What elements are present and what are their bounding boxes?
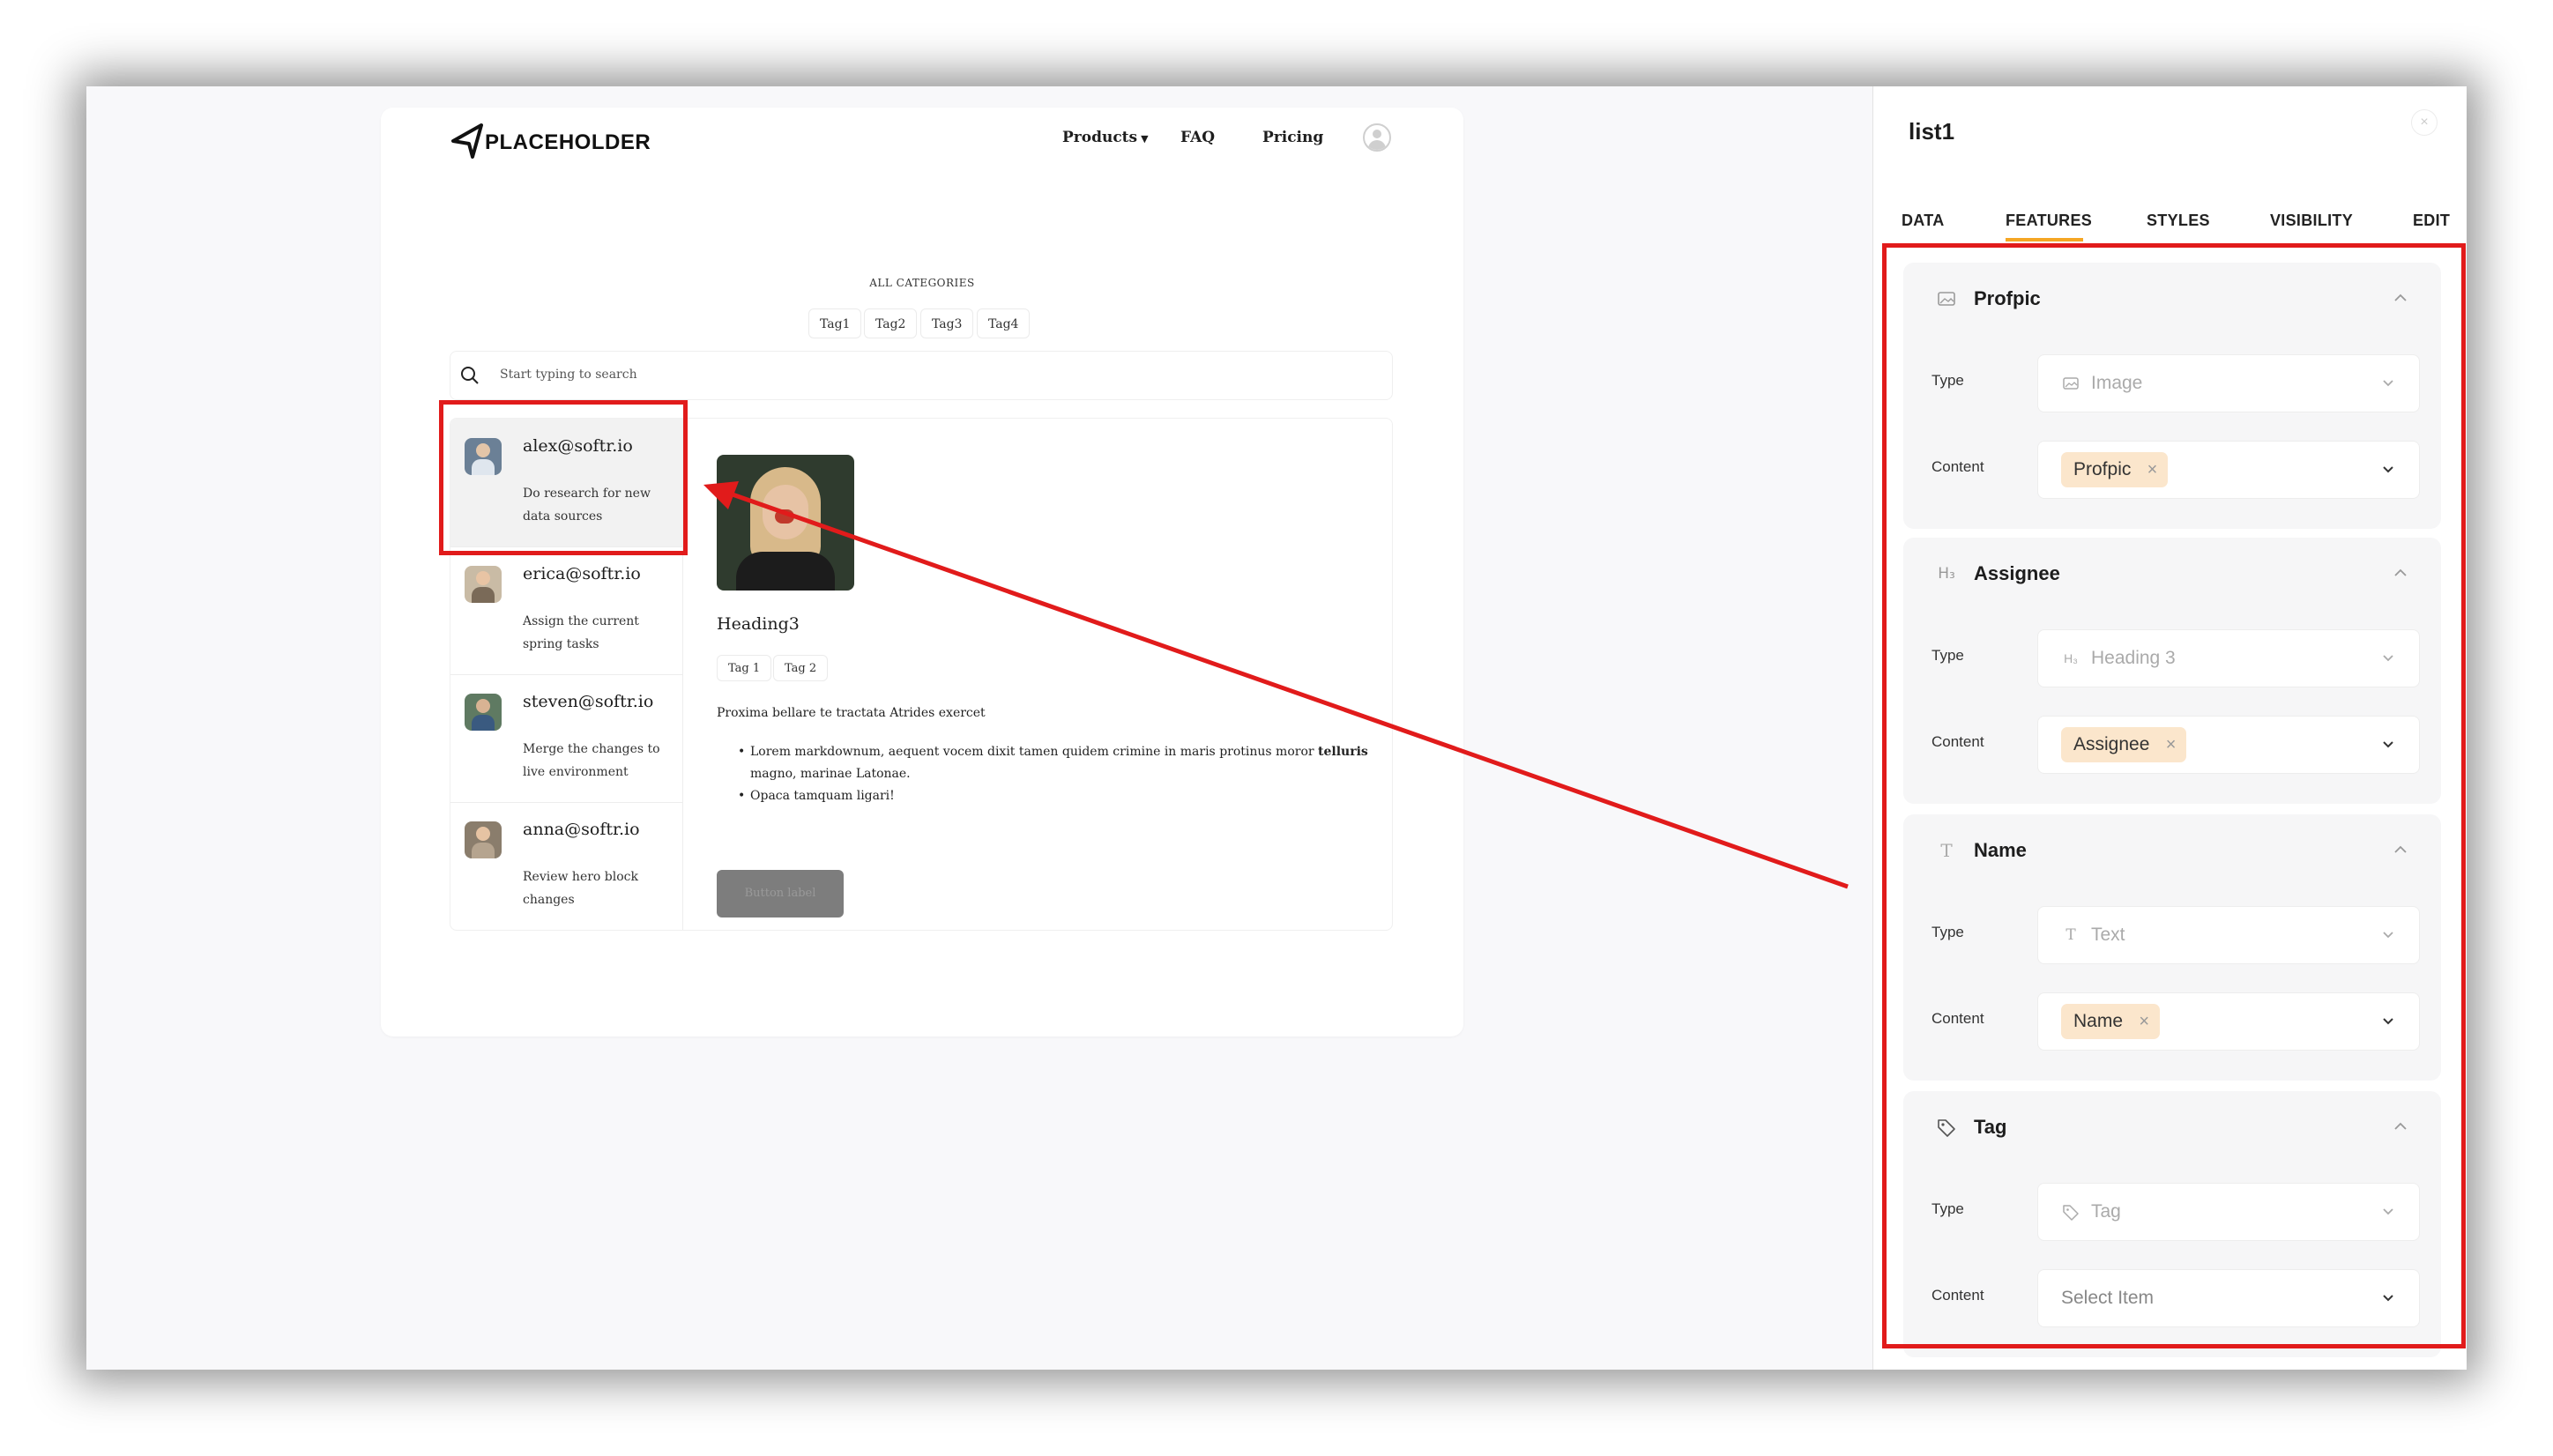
detail-bullets: • Lorem markdownum, aequent vocem dixit t… <box>717 741 1369 807</box>
list-item-title: anna@softr.io <box>523 820 640 839</box>
detail-paragraph: Proxima bellare te tractata Atrides exer… <box>717 706 986 720</box>
tab-visibility[interactable]: VISIBILITY <box>2270 212 2353 230</box>
bullet-item: • Opaca tamquam ligari! <box>738 789 895 803</box>
logo-arrow-icon <box>451 123 483 159</box>
category-tag-4[interactable]: Tag4 <box>977 308 1031 338</box>
category-tag-2[interactable]: Tag2 <box>864 308 918 338</box>
detail-image <box>717 455 854 591</box>
list-item-title: steven@softr.io <box>523 692 654 711</box>
app-window: PLACEHOLDER Products ▼ FAQ Pricing ALL CA… <box>86 86 2467 1370</box>
categories-label: ALL CATEGORIES <box>869 277 975 289</box>
list-item[interactable]: erica@softr.io Assign the current spring… <box>450 546 682 675</box>
user-avatar-icon[interactable] <box>1363 123 1391 152</box>
panel-title: list1 <box>1909 118 1955 145</box>
avatar <box>465 566 502 603</box>
search-input[interactable]: Start typing to search <box>500 368 637 382</box>
page-preview: PLACEHOLDER Products ▼ FAQ Pricing ALL CA… <box>381 108 1463 1036</box>
category-tag-3[interactable]: Tag3 <box>920 308 974 338</box>
list-item-title: erica@softr.io <box>523 564 641 583</box>
list-item-desc: Assign the current spring tasks <box>523 614 639 651</box>
detail-heading: Heading3 <box>717 614 800 634</box>
nav-products[interactable]: Products ▼ <box>1062 129 1149 146</box>
caret-down-icon: ▼ <box>1141 133 1149 145</box>
nav-faq[interactable]: FAQ <box>1180 129 1215 146</box>
list-item[interactable]: steven@softr.io Merge the changes to liv… <box>450 674 682 803</box>
tab-features[interactable]: FEATURES <box>2006 212 2092 230</box>
tab-edit[interactable]: EDIT <box>2413 212 2450 230</box>
avatar <box>465 694 502 731</box>
category-tag-1[interactable]: Tag1 <box>808 308 862 338</box>
properties-panel: list1 × DATA FEATURES STYLES VISIBILITY … <box>1872 86 2467 1370</box>
tab-styles[interactable]: STYLES <box>2147 212 2210 230</box>
annotation-panel-box <box>1882 243 2466 1348</box>
annotation-highlight-box <box>439 400 688 555</box>
search-bar[interactable]: Start typing to search <box>450 351 1393 400</box>
active-tab-indicator <box>2006 238 2083 241</box>
avatar <box>465 821 502 858</box>
list-item-desc: Merge the changes to live environment <box>523 742 660 779</box>
detail-tag-1: Tag 1 <box>717 655 772 681</box>
tab-data[interactable]: DATA <box>1902 212 1945 230</box>
detail-button[interactable]: Button label <box>717 870 844 917</box>
close-icon[interactable]: × <box>2411 109 2438 136</box>
nav-pricing[interactable]: Pricing <box>1262 129 1323 146</box>
bullet-item: • Lorem markdownum, aequent vocem dixit t… <box>738 745 1368 781</box>
builder-canvas: PLACEHOLDER Products ▼ FAQ Pricing ALL CA… <box>86 86 1872 1370</box>
list-item[interactable]: anna@softr.io Review hero block changes <box>450 802 682 930</box>
detail-tag-2: Tag 2 <box>773 655 829 681</box>
search-icon <box>461 367 479 384</box>
logo-text: PLACEHOLDER <box>485 130 651 154</box>
list-item-desc: Review hero block changes <box>523 870 638 907</box>
